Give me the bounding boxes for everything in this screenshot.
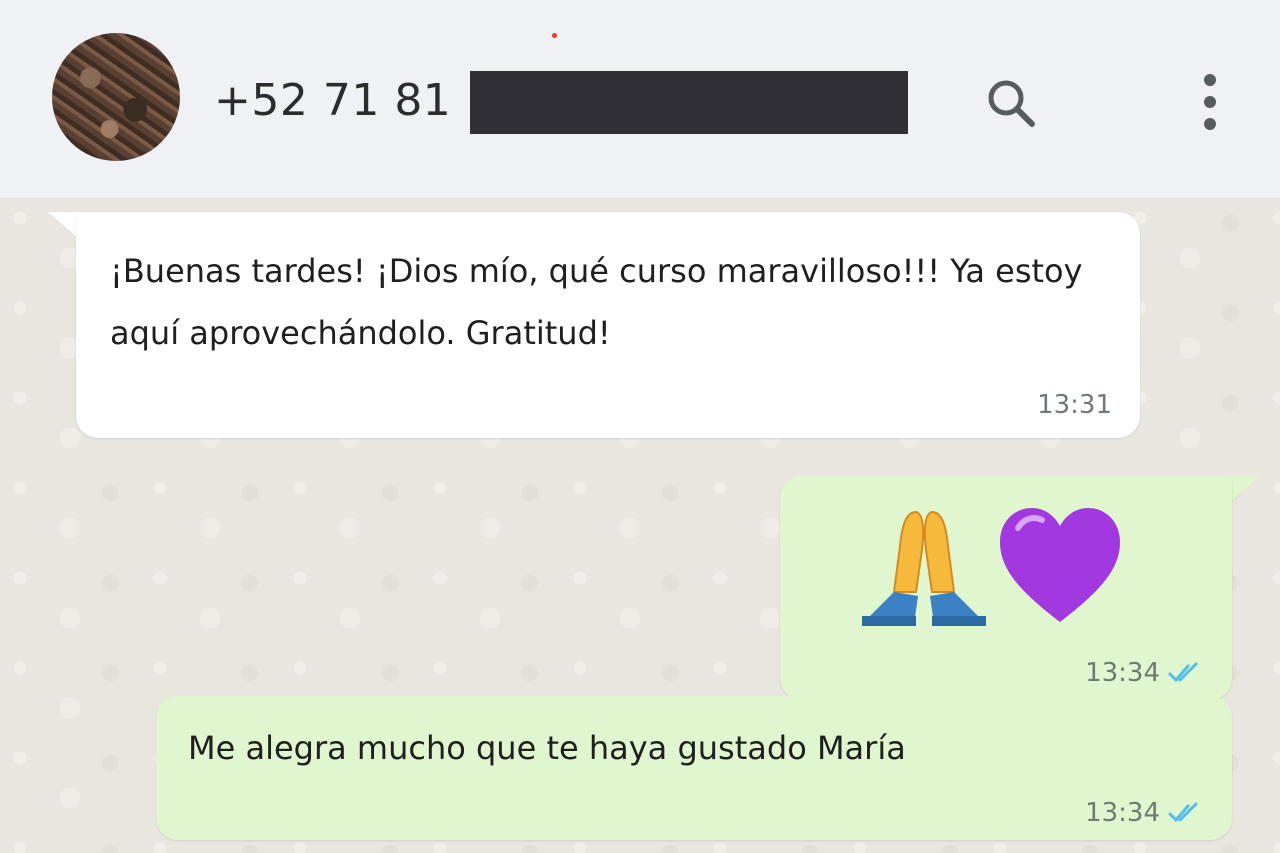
redaction-bar	[470, 71, 908, 134]
contact-avatar[interactable]	[52, 33, 180, 161]
emoji-row	[862, 508, 1120, 626]
folded-hands-icon	[862, 510, 986, 626]
outgoing-bubble-tail	[1230, 476, 1260, 502]
message-time: 13:31	[1037, 390, 1112, 420]
outgoing-message-emoji[interactable]: 13:34	[780, 476, 1232, 700]
chat-header: +52 71 81	[0, 0, 1280, 198]
message-text: Me alegra mucho que te haya gustado Marí…	[188, 729, 906, 767]
outgoing-message-text[interactable]: Me alegra mucho que te haya gustado Marí…	[156, 696, 1232, 840]
message-meta: 13:34	[1085, 658, 1208, 688]
contact-phone[interactable]: +52 71 81	[214, 70, 451, 132]
message-meta: 13:34	[1085, 798, 1208, 828]
purple-heart-icon	[1000, 508, 1120, 622]
message-text: ¡Buenas tardes! ¡Dios mío, qué curso mar…	[110, 252, 1083, 352]
double-check-icon	[1168, 802, 1198, 823]
message-time: 13:34	[1085, 658, 1160, 688]
double-check-icon	[1168, 662, 1198, 683]
more-options-icon[interactable]	[1194, 70, 1226, 134]
notification-dot	[552, 33, 557, 38]
message-time: 13:34	[1085, 798, 1160, 828]
incoming-message[interactable]: ¡Buenas tardes! ¡Dios mío, qué curso mar…	[76, 212, 1140, 438]
incoming-bubble-tail	[48, 212, 78, 238]
search-icon[interactable]	[976, 72, 1048, 132]
